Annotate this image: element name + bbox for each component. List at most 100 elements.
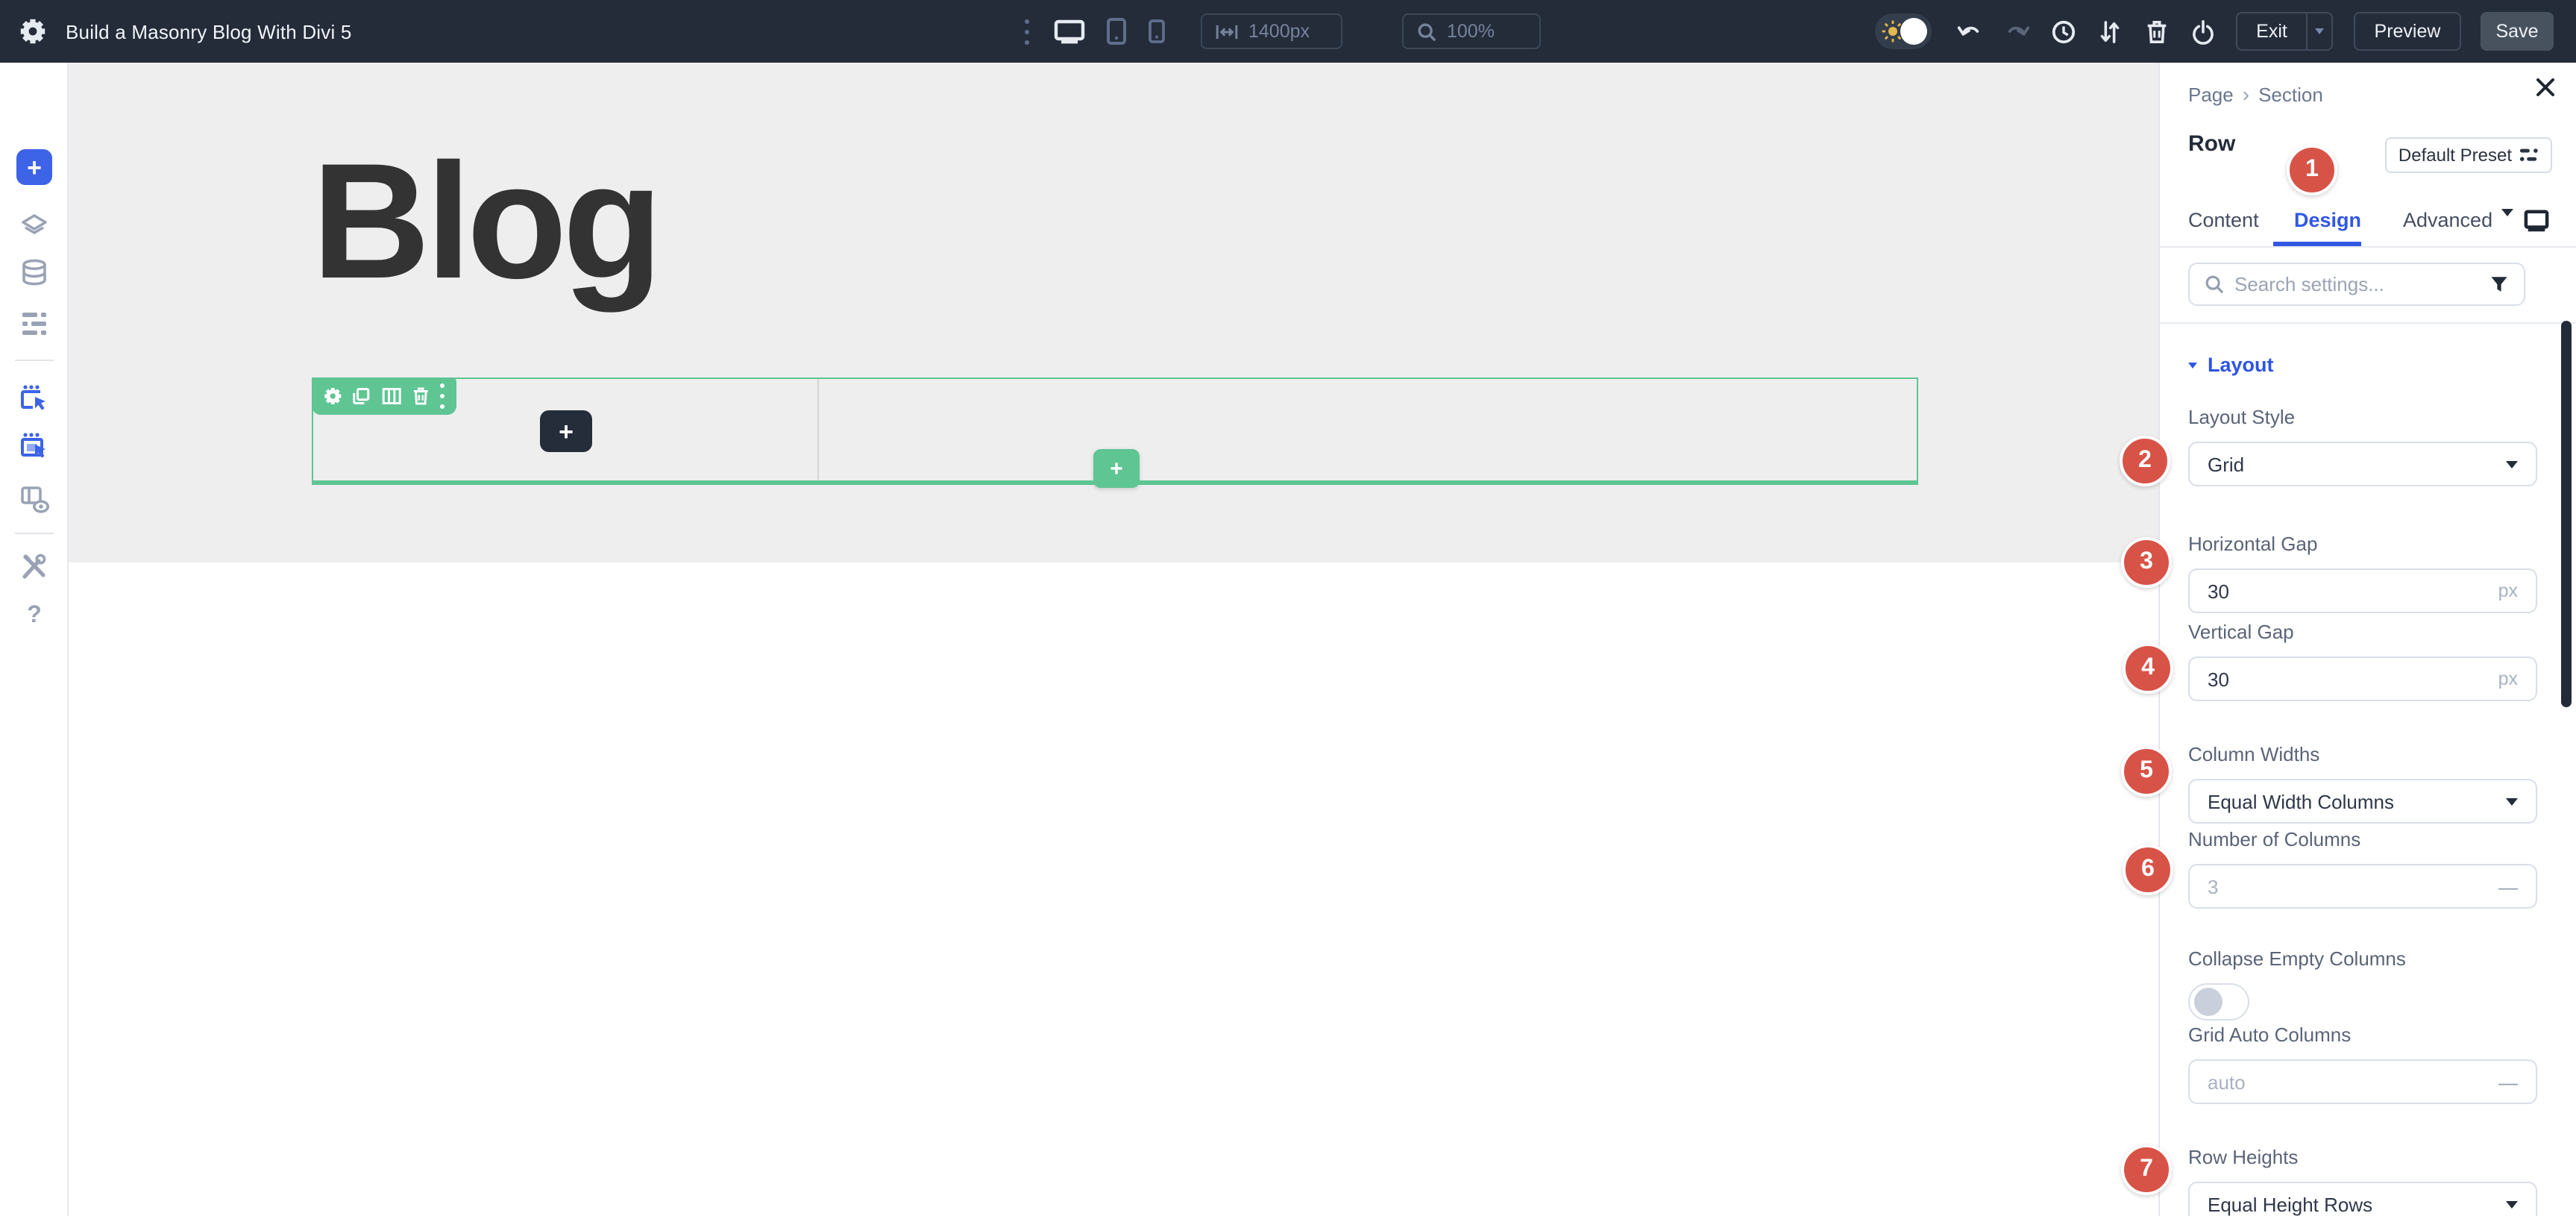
vertical-gap-input[interactable]: [2208, 668, 2498, 690]
desktop-view-icon[interactable]: [1053, 0, 1086, 63]
layers-icon[interactable]: [0, 212, 69, 242]
search-settings-input[interactable]: [2234, 273, 2479, 295]
column-widths-select[interactable]: Equal Width Columns: [2188, 779, 2537, 824]
field-horizontal-gap: Horizontal Gap px: [2188, 533, 2537, 613]
filter-funnel-icon[interactable]: [2489, 275, 2509, 294]
row-more-options-kebab-icon[interactable]: [440, 380, 444, 412]
preset-icon: [2519, 146, 2539, 164]
chevron-down-icon: [2506, 460, 2518, 468]
layout-section-header[interactable]: Layout: [2188, 354, 2274, 376]
help-icon[interactable]: ?: [0, 603, 69, 630]
grid-auto-columns-input-wrap: —: [2188, 1059, 2537, 1104]
blog-heading[interactable]: Blog: [312, 140, 659, 304]
selected-row[interactable]: + +: [312, 377, 1918, 482]
element-title: Row: [2188, 131, 2235, 157]
add-module-button[interactable]: +: [16, 149, 52, 185]
zoom-magnifier-icon: [1417, 22, 1436, 41]
wireframe-list-icon[interactable]: [0, 309, 69, 339]
sidebar-divider: [15, 533, 54, 534]
click-interaction-active-icon[interactable]: [0, 431, 69, 461]
row-heights-select[interactable]: Equal Height Rows: [2188, 1182, 2537, 1216]
breadcrumb-page[interactable]: Page: [2188, 83, 2234, 105]
preview-button[interactable]: Preview: [2354, 12, 2461, 51]
trash-icon[interactable]: [2145, 0, 2169, 63]
add-row-button[interactable]: +: [1093, 449, 1140, 488]
breadcrumb: Page › Section: [2188, 82, 2323, 106]
canvas-width-input[interactable]: 1400px: [1201, 13, 1342, 49]
tools-icon[interactable]: [0, 552, 69, 582]
left-sidebar: + ?: [0, 63, 69, 1216]
settings-panel: Page › Section Row Default Preset Conten…: [2158, 63, 2576, 1216]
stepper-dash-icon[interactable]: —: [2498, 875, 2518, 897]
phone-view-icon[interactable]: [1149, 0, 1165, 63]
redo-icon[interactable]: [2006, 0, 2032, 63]
view-options-kebab-icon[interactable]: [1025, 0, 1029, 63]
stepper-dash-icon[interactable]: —: [2498, 1071, 2518, 1093]
responsive-desktop-icon[interactable]: [2522, 209, 2551, 233]
number-of-columns-input-wrap: —: [2188, 864, 2537, 909]
default-preset-button[interactable]: Default Preset: [2385, 137, 2552, 173]
tabs-divider: [2160, 245, 2576, 247]
save-button[interactable]: Save: [2481, 12, 2554, 51]
row-trash-icon[interactable]: [411, 386, 430, 406]
search-divider: [2160, 322, 2576, 324]
selected-value: Equal Width Columns: [2208, 790, 2506, 812]
sort-layers-icon[interactable]: [2099, 0, 2121, 63]
active-tab-underline: [2273, 242, 2361, 246]
collapse-empty-columns-toggle[interactable]: [2188, 983, 2249, 1021]
annotation-badge-3: 3: [2121, 536, 2172, 587]
sidebar-divider: [15, 360, 54, 361]
exit-button[interactable]: Exit: [2236, 12, 2333, 51]
tab-design[interactable]: Design: [2294, 209, 2361, 231]
click-interaction-icon[interactable]: [0, 383, 69, 413]
canvas-zoom-input[interactable]: 100%: [1402, 13, 1541, 49]
row-settings-gear-icon[interactable]: [324, 386, 342, 406]
builder-canvas: Blog + +: [69, 63, 2158, 1216]
undo-icon[interactable]: [1955, 0, 1981, 63]
unit-label: px: [2498, 580, 2518, 601]
portability-power-icon[interactable]: [2191, 0, 2215, 63]
settings-tabs: Content Design Advanced: [2160, 209, 2576, 246]
theme-mode-toggle[interactable]: [1875, 13, 1932, 49]
layout-preview-eye-icon[interactable]: [0, 485, 69, 515]
annotation-badge-6: 6: [2123, 844, 2173, 894]
toggle-knob: [2194, 988, 2222, 1016]
preview-label: Preview: [2375, 21, 2441, 42]
number-of-columns-input[interactable]: [2208, 875, 2498, 897]
canvas-zoom-value: 100%: [1447, 21, 1495, 42]
horizontal-gap-input[interactable]: [2208, 580, 2498, 602]
row-columns-icon[interactable]: [381, 386, 400, 406]
toggle-knob: [1900, 18, 1927, 45]
close-panel-icon[interactable]: [2536, 78, 2555, 97]
page-settings-gear-icon[interactable]: [19, 0, 46, 63]
section-collapse-caret-icon: [2188, 362, 2197, 368]
history-clock-icon[interactable]: [2051, 0, 2076, 63]
field-row-heights: Row Heights Equal Height Rows: [2188, 1146, 2537, 1216]
divi-builder-app: Build a Masonry Blog With Divi 5 1400px …: [0, 0, 2576, 1216]
exit-dropdown-caret[interactable]: [2306, 13, 2331, 49]
breadcrumb-section[interactable]: Section: [2258, 83, 2323, 105]
unit-label: px: [2498, 668, 2518, 689]
row-duplicate-icon[interactable]: [353, 386, 371, 406]
tablet-view-icon[interactable]: [1107, 0, 1126, 63]
vertical-gap-input-wrap: px: [2188, 656, 2537, 701]
page-title: Build a Masonry Blog With Divi 5: [66, 0, 352, 63]
field-grid-auto-columns: Grid Auto Columns —: [2188, 1024, 2537, 1104]
horizontal-gap-input-wrap: px: [2188, 568, 2537, 613]
field-layout-style: Layout Style Grid: [2188, 406, 2537, 486]
annotation-badge-5: 5: [2121, 745, 2172, 796]
layout-style-select[interactable]: Grid: [2188, 442, 2537, 486]
field-column-widths: Column Widths Equal Width Columns: [2188, 743, 2537, 824]
panel-scrollbar[interactable]: [2561, 321, 2572, 707]
tab-content[interactable]: Content: [2188, 209, 2259, 231]
field-label: Grid Auto Columns: [2188, 1024, 2537, 1046]
grid-auto-columns-input[interactable]: [2208, 1071, 2498, 1093]
annotation-badge-2: 2: [2120, 435, 2170, 486]
exit-label: Exit: [2237, 21, 2306, 42]
tabs-dropdown-caret-icon[interactable]: [2501, 216, 2513, 243]
database-icon[interactable]: [0, 258, 69, 288]
row-toolbar: [312, 377, 456, 415]
selected-value: Equal Height Rows: [2208, 1193, 2506, 1215]
tab-advanced[interactable]: Advanced: [2403, 209, 2492, 231]
add-module-in-column-button[interactable]: +: [540, 410, 592, 452]
